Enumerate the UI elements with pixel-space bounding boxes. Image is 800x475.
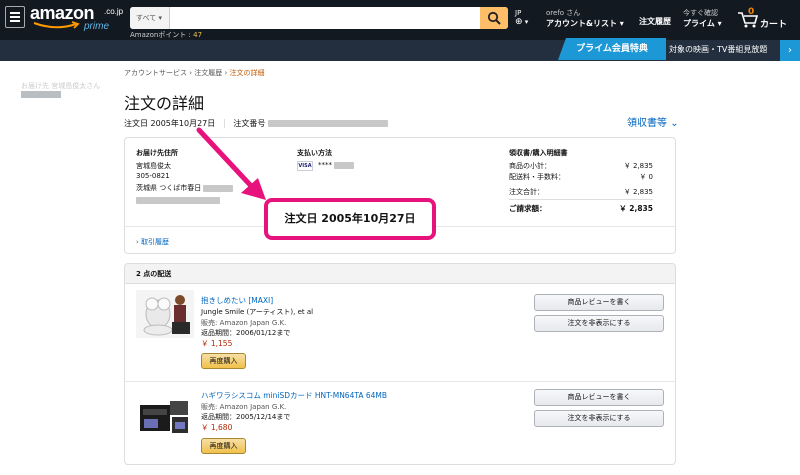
order-date-callout: 注文日 2005年10月27日	[264, 198, 436, 240]
